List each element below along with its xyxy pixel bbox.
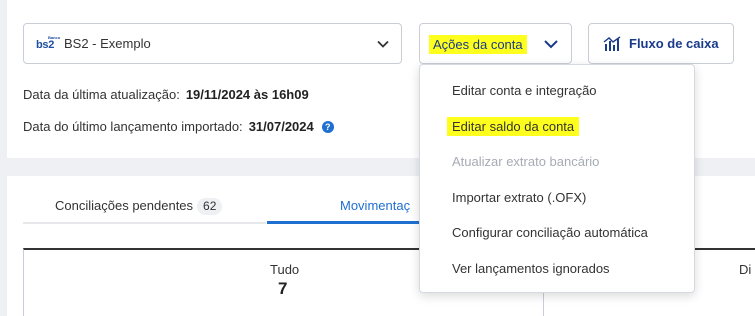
tab-label: Conciliações pendentes [55,198,194,213]
chart-icon [603,36,621,51]
last-import-info: Data do último lançamento importado: 31/0… [23,119,334,134]
menu-item-ignored-entries[interactable]: Ver lançamentos ignorados [452,259,610,278]
summary-second-label: Di [739,262,752,277]
account-select[interactable]: Banco bs2 BS2 - Exemplo [23,23,402,64]
bank-logo: Banco bs2 [36,35,60,53]
last-import-value: 31/07/2024 [248,119,314,134]
menu-item-import-ofx[interactable]: Importar extrato (.OFX) [452,188,586,207]
tab-count-badge: 62 [197,198,223,215]
last-update-value: 19/11/2024 às 16h09 [185,87,309,102]
last-update-info: Data da última atualização: 19/11/2024 às… [23,87,309,102]
account-actions-label: Ações da conta [429,35,527,54]
bank-logo-text: bs2 [36,39,55,51]
tab-underline [23,222,266,224]
last-update-label: Data da última atualização: [23,87,180,102]
menu-item-update-statement: Atualizar extrato bancário [452,154,600,169]
cashflow-button[interactable]: Fluxo de caixa [588,23,734,64]
chevron-down-icon [377,40,389,48]
menu-item-auto-reconciliation[interactable]: Configurar conciliação automática [452,223,648,242]
menu-item-edit-balance[interactable]: Editar saldo da conta [447,117,580,136]
cashflow-label: Fluxo de caixa [629,36,719,51]
account-actions-menu: Editar conta e integração Editar saldo d… [419,64,695,293]
tab-pending-reconciliations[interactable]: Conciliações pendentes 62 [55,198,223,215]
tab-movements[interactable]: Movimentaç [340,198,410,213]
chevron-down-icon [544,40,558,49]
summary-all-value: 7 [278,279,288,298]
active-tab-underline [267,221,427,224]
last-import-label: Data do último lançamento importado: [23,119,243,134]
tab-label: Movimentaç [340,198,411,213]
account-name: BS2 - Exemplo [64,36,151,51]
menu-item-edit-account[interactable]: Editar conta e integração [452,81,597,100]
summary-all-label: Tudo [270,262,300,277]
account-actions-button[interactable]: Ações da conta [419,23,572,64]
help-icon[interactable]: ? [321,121,334,133]
